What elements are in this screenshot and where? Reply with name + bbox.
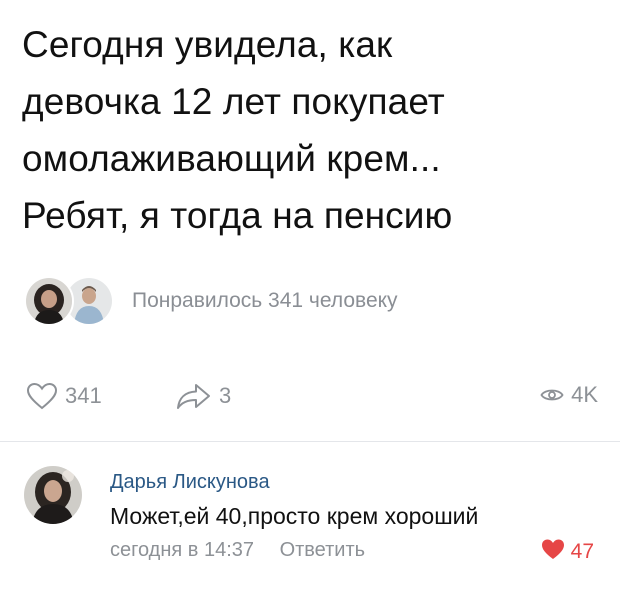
reply-button[interactable]: Ответить (280, 539, 366, 561)
post-text-line: омолаживающий крем... (22, 138, 441, 179)
comment: Дарья Лискунова Может,ей 40,просто крем … (0, 456, 620, 596)
comment-meta: сегодня в 14:37 Ответить (110, 539, 365, 562)
like-button[interactable]: 341 (26, 382, 102, 410)
comment-text: Может,ей 40,просто крем хороший (110, 503, 479, 529)
liker-avatars (24, 276, 116, 326)
post-text: Сегодня увидела, как девочка 12 лет поку… (22, 16, 612, 244)
comment-like-count: 47 (570, 540, 594, 563)
divider (0, 441, 620, 442)
likers-count-text[interactable]: Понравилось 341 человеку (132, 289, 398, 313)
views-counter: 4K (540, 382, 598, 408)
post-text-line: девочка 12 лет покупает (22, 81, 445, 122)
share-arrow-icon (176, 382, 212, 410)
post-text-line: Ребят, я тогда на пенсию (22, 195, 453, 236)
views-count: 4K (571, 382, 598, 407)
share-count: 3 (219, 383, 232, 408)
post-text-line: Сегодня увидела, как (22, 24, 393, 65)
avatar[interactable] (24, 466, 82, 524)
share-button[interactable]: 3 (176, 382, 231, 410)
comment-timestamp: сегодня в 14:37 (110, 539, 254, 561)
post-actions: 341 3 4K (26, 382, 598, 416)
heart-filled-icon (541, 538, 565, 566)
heart-outline-icon (26, 382, 58, 410)
comment-like-button[interactable]: 47 (541, 538, 594, 566)
likers-summary[interactable]: Понравилось 341 человеку (24, 276, 398, 326)
comment-author[interactable]: Дарья Лискунова (110, 471, 270, 494)
like-count: 341 (65, 383, 102, 408)
liker-avatar[interactable] (24, 276, 74, 326)
eye-icon (540, 386, 564, 404)
